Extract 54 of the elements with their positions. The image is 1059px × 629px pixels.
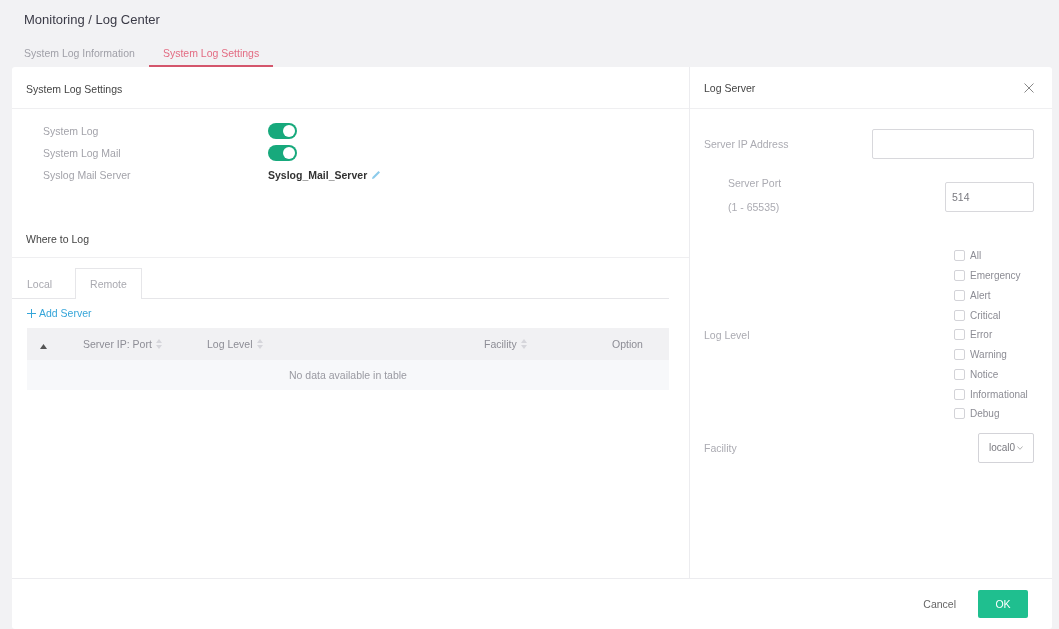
sort-icon[interactable] <box>520 339 527 349</box>
port-range-hint: (1 - 65535) <box>728 200 781 215</box>
ok-button[interactable]: OK <box>978 590 1028 618</box>
checkbox-label: Error <box>970 329 993 341</box>
setting-label: Syslog Mail Server <box>43 169 132 181</box>
checkbox[interactable] <box>954 250 965 262</box>
cancel-button[interactable]: Cancel <box>919 590 960 618</box>
field-label: Server IP Address <box>704 137 789 152</box>
server-port-input[interactable]: 514 <box>945 182 1034 212</box>
setting-label: System Log <box>43 125 100 137</box>
close-icon[interactable] <box>1024 82 1034 93</box>
checkbox[interactable] <box>954 270 965 282</box>
toggle-switch[interactable] <box>268 123 297 139</box>
plus-icon <box>27 308 36 318</box>
checkbox-label: All <box>970 250 982 262</box>
server-ip-input[interactable] <box>872 129 1034 159</box>
column-header[interactable]: Log Level <box>207 338 253 350</box>
facility-select[interactable]: local0 <box>978 432 1034 463</box>
checkbox[interactable] <box>954 368 965 380</box>
checkbox[interactable] <box>954 388 965 400</box>
page-tab[interactable]: System Log Information <box>10 41 149 67</box>
sort-up-icon[interactable] <box>40 344 47 349</box>
checkbox[interactable] <box>954 329 965 341</box>
breadcrumb: Monitoring / Log Center <box>24 12 160 28</box>
checkbox-label: Notice <box>970 368 999 380</box>
checkbox-label: Informational <box>970 388 1028 400</box>
checkbox-label: Debug <box>970 408 1000 420</box>
empty-table-message: No data available in table <box>289 369 407 381</box>
checkbox[interactable] <box>954 349 965 361</box>
drawer-title: Log Server <box>704 81 756 94</box>
section-title: Where to Log <box>26 233 90 245</box>
log-target-tab[interactable]: Remote <box>75 268 142 299</box>
mail-server-value: Syslog_Mail_Server <box>268 169 368 181</box>
column-header[interactable]: Server IP: Port <box>83 338 152 350</box>
field-label: Log Level <box>704 327 750 343</box>
caret-icon <box>1017 445 1024 450</box>
panel-title: System Log Settings <box>26 83 123 95</box>
column-header[interactable]: Option <box>612 338 643 350</box>
checkbox[interactable] <box>954 309 965 321</box>
checkbox-label: Critical <box>970 309 1001 321</box>
sort-icon[interactable] <box>256 339 263 349</box>
checkbox-label: Alert <box>970 289 991 301</box>
setting-label: System Log Mail <box>43 147 122 159</box>
column-header[interactable]: Facility <box>484 338 517 350</box>
checkbox[interactable] <box>954 408 965 420</box>
sort-icon[interactable] <box>155 339 162 349</box>
checkbox[interactable] <box>954 289 965 301</box>
pencil-icon[interactable] <box>371 170 382 180</box>
checkbox-label: Warning <box>970 349 1007 361</box>
toggle-switch[interactable] <box>268 145 297 161</box>
field-label: Server Port <box>728 176 782 191</box>
checkbox-label: Emergency <box>970 270 1021 282</box>
add-server-link[interactable]: Add Server <box>27 307 92 319</box>
field-label: Facility <box>704 440 737 456</box>
